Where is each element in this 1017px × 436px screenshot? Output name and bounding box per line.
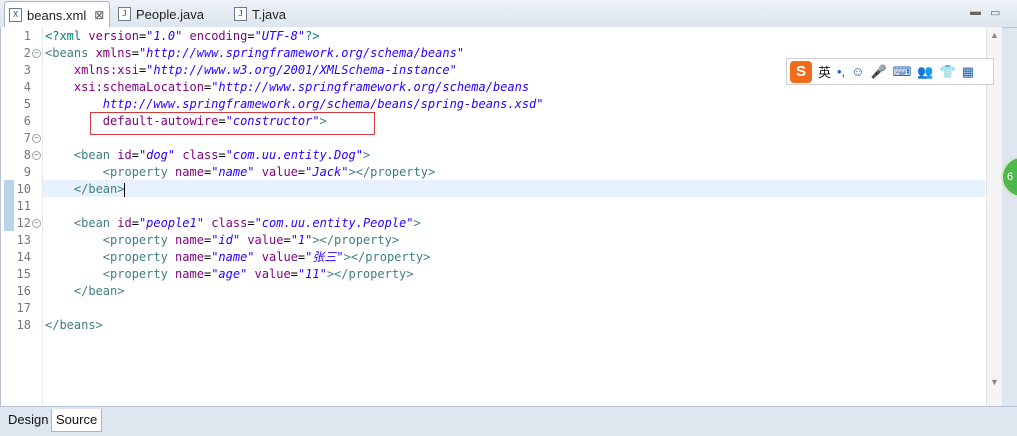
user-icon[interactable]: 👥 — [917, 64, 933, 80]
line-number: 14 — [16, 250, 31, 264]
tab-beans-xml[interactable]: X beans.xml ⊠ — [4, 1, 110, 28]
editor-tab-bar: X beans.xml ⊠ J People.java J T.java ▬ ▭ — [0, 0, 1017, 28]
punctuation-icon[interactable]: •, — [837, 64, 845, 79]
line-number: 15 — [16, 267, 31, 281]
code-line-14: <property name="name" value="张三"></prope… — [102, 250, 431, 264]
line-number: 11 — [16, 199, 31, 213]
line-number: 9 — [23, 165, 31, 179]
minimize-icon[interactable]: ▬ — [970, 6, 981, 18]
code-line-1: <?xml version="1.0" encoding="UTF-8"?> — [45, 29, 320, 43]
line-number: 18 — [16, 318, 31, 332]
annotation-highlight-box — [90, 112, 375, 135]
line-number: 16 — [16, 284, 31, 298]
fold-toggle-icon[interactable]: − — [32, 219, 41, 228]
code-line-5: http://www.springframework.org/schema/be… — [102, 97, 544, 111]
java-file-icon: J — [118, 7, 131, 21]
line-number: 17 — [16, 301, 31, 315]
code-line-16: </bean> — [73, 284, 125, 298]
code-line-8: <bean id="dog" class="com.uu.entity.Dog"… — [73, 148, 371, 162]
maximize-icon[interactable]: ▭ — [990, 6, 1000, 19]
line-number: 3 — [23, 63, 31, 77]
code-line-12: <bean id="people1" class="com.uu.entity.… — [73, 216, 421, 230]
sogou-logo-icon[interactable]: S — [790, 60, 812, 83]
line-number: 5 — [23, 97, 31, 111]
java-file-icon: J — [234, 7, 247, 21]
tab-design[interactable]: Design — [4, 409, 52, 431]
line-number-gutter: 1 2 3 4 5 6 7 8 9 10 11 12 13 14 15 16 1… — [1, 27, 42, 406]
line-number: 4 — [23, 80, 31, 94]
code-line-10: </bean> — [73, 182, 126, 197]
editor-mode-tabs: Design Source — [0, 406, 1017, 436]
line-number: 10 — [16, 182, 31, 196]
line-number: 6 — [23, 114, 31, 128]
line-number: 1 — [23, 29, 31, 43]
tab-t-java[interactable]: J T.java — [232, 2, 314, 26]
fold-toggle-icon[interactable]: − — [32, 151, 41, 160]
text-cursor — [124, 182, 126, 197]
ime-language-toggle[interactable]: 英 — [818, 62, 831, 81]
microphone-icon[interactable]: 🎤 — [870, 64, 886, 80]
line-number: 12 — [16, 216, 31, 230]
line-number: 13 — [16, 233, 31, 247]
code-line-18: </beans> — [45, 318, 103, 332]
code-line-13: <property name="id" value="1"></property… — [102, 233, 400, 247]
emoji-icon[interactable]: ☺ — [851, 64, 864, 79]
fold-toggle-icon[interactable]: − — [32, 134, 41, 143]
line-number: 2 — [23, 46, 31, 60]
tab-label: People.java — [136, 6, 204, 22]
line-number: 8 — [23, 148, 31, 162]
skin-icon[interactable]: 👕 — [940, 64, 956, 80]
gutter-divider — [42, 27, 43, 406]
tab-label: T.java — [252, 6, 286, 22]
tab-label: beans.xml — [27, 7, 87, 23]
scroll-up-icon[interactable]: ▲ — [990, 30, 999, 40]
tab-source[interactable]: Source — [51, 409, 103, 432]
xml-file-icon: X — [9, 8, 22, 22]
keyboard-icon[interactable]: ⌨ — [893, 64, 912, 80]
code-line-9: <property name="name" value="Jack"></pro… — [102, 165, 436, 179]
code-line-15: <property name="age" value="11"></proper… — [102, 267, 414, 281]
floating-assistant-badge[interactable]: 6 — [1001, 156, 1017, 198]
grid-menu-icon[interactable]: ▦ — [962, 64, 974, 80]
close-icon[interactable]: ⊠ — [94, 8, 104, 22]
fold-toggle-icon[interactable]: − — [32, 49, 41, 58]
scroll-down-icon[interactable]: ▼ — [990, 377, 999, 387]
tab-people-java[interactable]: J People.java — [116, 2, 228, 26]
line-number: 7 — [23, 131, 31, 145]
ime-toolbar: S 英 •, ☺ 🎤 ⌨ 👥 👕 ▦ — [786, 58, 994, 85]
